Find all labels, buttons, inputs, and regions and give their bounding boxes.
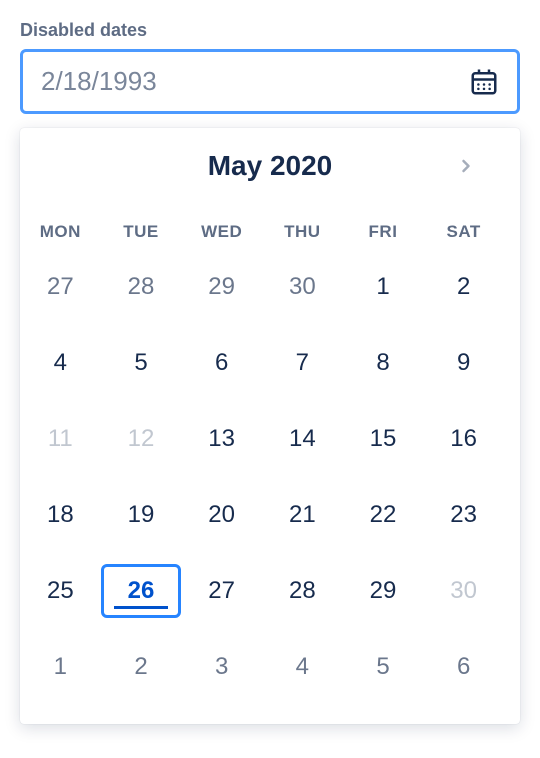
calendar-popup: May 2020 MON TUE WED THU FRI SAT 2728293… — [20, 128, 520, 724]
chevron-right-icon — [456, 156, 476, 176]
day-cell[interactable]: 27 — [181, 564, 262, 618]
weekday-header: WED — [181, 222, 262, 242]
day-cell[interactable]: 4 — [262, 640, 343, 694]
weekday-header: TUE — [101, 222, 182, 242]
day-cell[interactable]: 6 — [423, 640, 504, 694]
day-cell[interactable]: 28 — [262, 564, 343, 618]
day-cell[interactable]: 1 — [343, 260, 424, 314]
day-cell: 30 — [423, 564, 504, 618]
next-month-button[interactable] — [448, 148, 484, 184]
day-cell[interactable]: 1 — [20, 640, 101, 694]
day-cell: 11 — [20, 412, 101, 466]
day-cell[interactable]: 22 — [343, 488, 424, 542]
weekday-header: SAT — [423, 222, 504, 242]
day-cell[interactable]: 25 — [20, 564, 101, 618]
day-cell[interactable]: 2 — [101, 640, 182, 694]
day-cell[interactable]: 3 — [181, 640, 262, 694]
day-cell[interactable]: 6 — [181, 336, 262, 390]
weekday-header: FRI — [343, 222, 424, 242]
day-cell[interactable]: 30 — [262, 260, 343, 314]
day-cell[interactable]: 26 — [101, 564, 182, 618]
day-cell[interactable]: 13 — [181, 412, 262, 466]
day-cell[interactable]: 20 — [181, 488, 262, 542]
day-cell[interactable]: 9 — [423, 336, 504, 390]
weekday-header: THU — [262, 222, 343, 242]
date-input[interactable] — [41, 66, 469, 97]
day-cell[interactable]: 5 — [343, 640, 424, 694]
weekday-header: MON — [20, 222, 101, 242]
day-cell[interactable]: 19 — [101, 488, 182, 542]
day-cell[interactable]: 14 — [262, 412, 343, 466]
day-cell[interactable]: 4 — [20, 336, 101, 390]
day-cell[interactable]: 7 — [262, 336, 343, 390]
calendar-icon[interactable] — [469, 67, 499, 97]
day-cell[interactable]: 28 — [101, 260, 182, 314]
day-cell[interactable]: 21 — [262, 488, 343, 542]
day-cell[interactable]: 16 — [423, 412, 504, 466]
day-cell[interactable]: 2 — [423, 260, 504, 314]
day-cell[interactable]: 5 — [101, 336, 182, 390]
day-cell: 12 — [101, 412, 182, 466]
day-cell[interactable]: 29 — [181, 260, 262, 314]
month-year-label: May 2020 — [208, 150, 333, 182]
days-grid: 2728293012456789111213141516181920212223… — [20, 260, 504, 694]
day-cell[interactable]: 15 — [343, 412, 424, 466]
day-cell[interactable]: 27 — [20, 260, 101, 314]
weekday-row: MON TUE WED THU FRI SAT — [20, 222, 504, 242]
day-cell[interactable]: 23 — [423, 488, 504, 542]
field-label: Disabled dates — [20, 20, 520, 41]
date-input-wrapper[interactable] — [20, 49, 520, 114]
calendar-header: May 2020 — [20, 150, 504, 182]
day-cell[interactable]: 8 — [343, 336, 424, 390]
day-cell[interactable]: 29 — [343, 564, 424, 618]
day-cell[interactable]: 18 — [20, 488, 101, 542]
